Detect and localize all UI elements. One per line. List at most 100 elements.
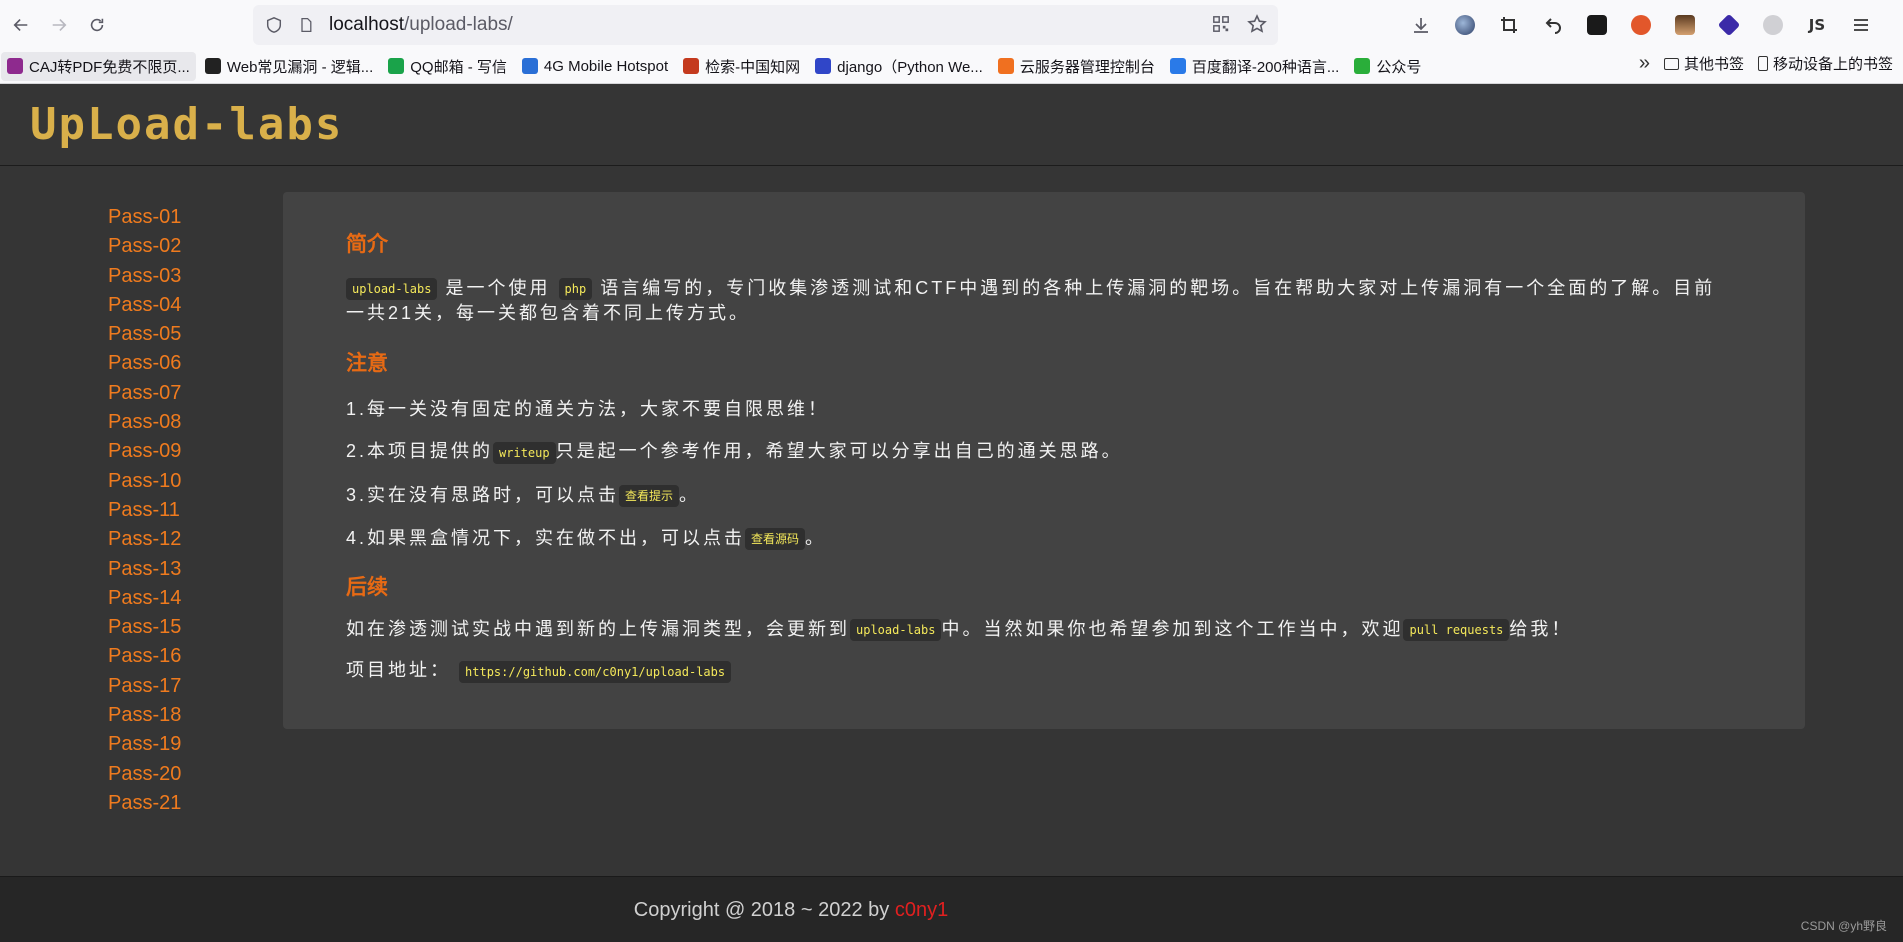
shield-icon[interactable] [263,14,285,36]
project-address-label: 项目地址： [346,660,451,681]
notice-heading: 注意 [346,352,388,376]
main-area: Pass-01 Pass-02 Pass-03 Pass-04 Pass-05 Pass-… [0,167,1903,875]
star-icon[interactable] [1246,13,1268,35]
undo-icon[interactable] [1537,10,1569,40]
code-writeup[interactable]: writeup [493,441,556,464]
notice-4-pre: 4.如果黑盒情况下，实在做不出，可以点击 [346,527,746,548]
intro-text-1: 是一个使用 [445,278,551,298]
sidebar-item-pass-21[interactable]: Pass-21 [108,789,181,818]
sidebar-item-pass-15[interactable]: Pass-15 [108,613,181,642]
sidebar-item-pass-12[interactable]: Pass-12 [108,525,181,554]
notice-2-pre: 2.本项目提供的 [346,441,494,462]
site-footer: Copyright @ 2018 ~ 2022 by c0ny1 CSDN @y… [0,876,1903,942]
bookmark-item[interactable]: CAJ转PDF免费不限页... [1,51,196,81]
bookmark-label: django（Python We... [837,58,983,76]
sidebar-item-pass-08[interactable]: Pass-08 [108,408,181,437]
url-text[interactable]: localhost/upload-labs/ [329,14,513,36]
follow-up-mid: 中。当然如果你也希望参加到这个工作当中，欢迎 [941,619,1404,639]
bookmark-favicon-icon [683,58,700,74]
forward-button[interactable] [42,8,76,42]
site-logo[interactable]: UpLoad-labs [30,101,343,149]
sidebar-item-pass-19[interactable]: Pass-19 [108,730,181,759]
bookmark-favicon-icon [1169,58,1186,74]
menu-icon[interactable] [1845,10,1877,40]
bookmark-label: 百度翻译-200种语言... [1191,58,1340,76]
bookmark-item[interactable]: 云服务器管理控制台 [992,52,1161,81]
sidebar-item-pass-07[interactable]: Pass-07 [108,379,181,408]
bookmark-item[interactable]: 4G Mobile Hotspot [516,52,674,81]
arrow-right-icon [52,18,67,31]
notice-3-pre: 3.实在没有思路时，可以点击 [346,484,620,505]
bookmark-favicon-icon [388,58,405,74]
bookmark-label: Web常见漏洞 - 逻辑... [226,58,374,76]
bookmark-favicon-icon [1354,58,1371,74]
sidebar-item-pass-11[interactable]: Pass-11 [108,496,181,525]
follow-up-heading: 后续 [346,576,388,599]
extension-block-icon[interactable] [1625,10,1657,40]
bookmark-label: 云服务器管理控制台 [1019,58,1155,76]
mobile-bookmarks-label: 移动设备上的书签 [1772,56,1893,73]
notice-1: 1.每一关没有固定的通关方法，大家不要自限思维！ [346,399,830,420]
copyright: Copyright @ 2018 ~ 2022 by c0ny1 [0,899,1582,922]
extension-gray-icon[interactable] [1757,10,1789,40]
sidebar-item-pass-03[interactable]: Pass-03 [108,262,181,291]
crop-icon[interactable] [1493,10,1525,40]
qr-code-icon[interactable] [1210,13,1232,35]
back-button[interactable] [4,8,38,42]
url-host: localhost [329,14,404,35]
url-bar[interactable]: localhost/upload-labs/ [253,5,1278,45]
view-source-button[interactable]: 查看源码 [745,528,806,550]
sidebar-item-pass-18[interactable]: Pass-18 [108,701,181,730]
author-link[interactable]: c0ny1 [895,899,948,921]
bookmark-item[interactable]: 检索-中国知网 [677,52,806,81]
sidebar-item-pass-20[interactable]: Pass-20 [108,760,181,789]
bookmark-item[interactable]: 公众号 [1348,52,1427,81]
extension-cat-icon[interactable] [1581,10,1613,40]
bookmark-item[interactable]: django（Python We... [809,52,989,81]
notice-3: 3.实在没有思路时，可以点击 查看提示。 [346,483,1735,508]
sidebar-item-pass-09[interactable]: Pass-09 [108,437,181,466]
mobile-bookmarks[interactable]: 移动设备上的书签 [1757,53,1893,74]
other-bookmarks-label: 其他书签 [1683,56,1744,73]
arrow-left-icon [13,18,28,31]
follow-up-post: 给我！ [1509,619,1573,639]
sidebar-item-pass-05[interactable]: Pass-05 [108,320,181,349]
sidebar-item-pass-06[interactable]: Pass-06 [108,349,181,378]
code-upload-labs: upload-labs [346,278,438,301]
extension-avatar-icon[interactable] [1669,10,1701,40]
sidebar-item-pass-02[interactable]: Pass-02 [108,232,181,261]
pass-sidebar: Pass-01 Pass-02 Pass-03 Pass-04 Pass-05 Pass-… [108,203,181,818]
sidebar-item-pass-14[interactable]: Pass-14 [108,584,181,613]
code-php: php [558,278,593,301]
sidebar-item-pass-10[interactable]: Pass-10 [108,467,181,496]
sidebar-item-pass-16[interactable]: Pass-16 [108,642,181,671]
notice-2-post: 只是起一个参考作用，希望大家可以分享出自己的通关思路。 [555,441,1123,462]
bookmark-item[interactable]: 百度翻译-200种语言... [1164,52,1346,81]
code-upload-labs-2: upload-labs [850,619,942,642]
reload-button[interactable] [80,8,114,42]
intro-heading: 简介 [346,233,388,256]
bookmark-item[interactable]: QQ邮箱 - 写信 [382,52,513,81]
folder-icon [1663,57,1679,70]
browser-toolbar: localhost/upload-labs/ JS [0,0,1903,49]
extension-diamond-icon[interactable] [1713,10,1745,40]
sidebar-item-pass-13[interactable]: Pass-13 [108,555,181,584]
bookmark-label: 4G Mobile Hotspot [543,57,669,75]
download-icon[interactable] [1405,10,1437,40]
bookmark-favicon-icon [815,58,832,74]
sidebar-item-pass-01[interactable]: Pass-01 [108,203,181,232]
notice-4: 4.如果黑盒情况下，实在做不出，可以点击 查看源码。 [346,526,1735,551]
bookmark-favicon-icon [7,58,23,74]
chevron-double-right-icon[interactable]: » [1639,52,1650,75]
code-pull-requests: pull requests [1403,619,1510,642]
profile-avatar-icon[interactable] [1449,10,1481,40]
bookmark-item[interactable]: Web常见漏洞 - 逻辑... [199,52,379,81]
bookmarks-bar: CAJ转PDF免费不限页... Web常见漏洞 - 逻辑... QQ邮箱 - 写信 4… [0,49,1903,84]
sidebar-item-pass-17[interactable]: Pass-17 [108,672,181,701]
view-hint-button[interactable]: 查看提示 [619,484,680,507]
project-url[interactable]: https://github.com/c0ny1/upload-labs [459,660,732,683]
sidebar-item-pass-04[interactable]: Pass-04 [108,291,181,320]
extension-js-icon[interactable]: JS [1801,10,1833,40]
notice-4-post: 。 [805,527,827,548]
other-bookmarks[interactable]: 其他书签 [1663,53,1744,74]
